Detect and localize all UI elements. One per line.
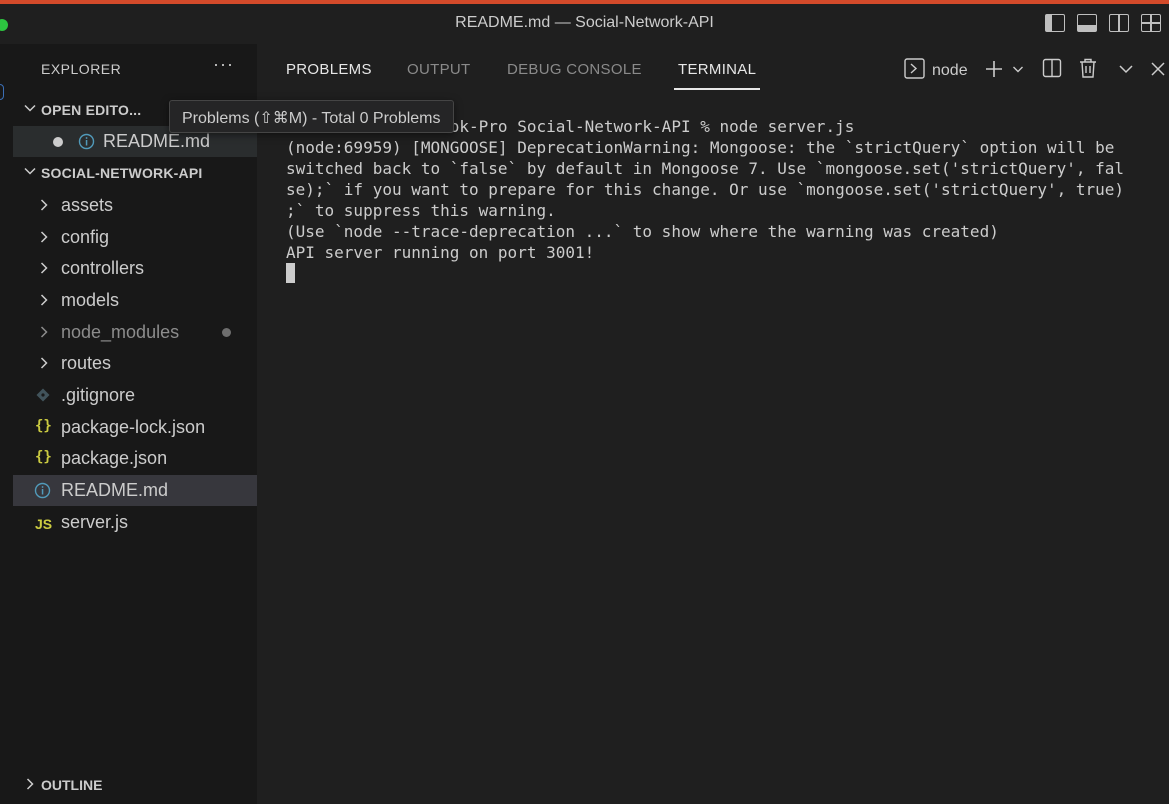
active-tab-indicator: [674, 88, 760, 90]
folder-routes[interactable]: routes: [13, 348, 257, 379]
folder-label: models: [61, 290, 120, 310]
file-label: server.js: [61, 512, 129, 532]
window-title: README.md — Social-Network-API: [455, 14, 714, 31]
file-label: .gitignore: [61, 385, 136, 405]
modified-dot-icon: [53, 137, 63, 147]
file-package-lock-json[interactable]: {} package-lock.json: [13, 412, 257, 443]
toggle-primary-sidebar-icon[interactable]: [1045, 14, 1065, 32]
folder-models[interactable]: models: [13, 285, 257, 316]
outline-section[interactable]: OUTLINE: [13, 769, 257, 804]
chevron-right-icon: [40, 231, 48, 243]
git-ignored-dot-icon: [222, 328, 231, 337]
folder-controllers[interactable]: controllers: [13, 253, 257, 284]
trash-icon[interactable]: [1079, 58, 1097, 78]
folder-label: controllers: [61, 258, 145, 278]
file-label: package-lock.json: [61, 417, 206, 437]
project-section[interactable]: SOCIAL-NETWORK-API: [13, 159, 257, 187]
file-package-json[interactable]: {} package.json: [13, 443, 257, 474]
terminal-line: API server running on port 3001!: [286, 243, 595, 262]
toggle-secondary-sidebar-icon[interactable]: [1109, 14, 1129, 32]
outline-label: OUTLINE: [41, 777, 103, 793]
chevron-right-icon: [40, 262, 48, 274]
file-server-js[interactable]: JS server.js: [13, 507, 257, 538]
terminal-line: (node:69959) [MONGOOSE] DeprecationWarni…: [286, 138, 1115, 157]
chevron-right-icon: [40, 326, 48, 338]
new-terminal-icon[interactable]: [984, 59, 1004, 79]
file-gitignore[interactable]: .gitignore: [13, 380, 257, 411]
chevron-right-icon: [40, 294, 48, 306]
more-actions-icon[interactable]: ···: [213, 54, 234, 75]
folder-label: config: [61, 227, 110, 247]
info-icon: [78, 133, 95, 150]
explorer-sidebar: EXPLORER ··· OPEN EDITO... README.md SOC…: [13, 44, 257, 769]
chevron-down-icon[interactable]: [1012, 63, 1024, 75]
info-icon: [34, 482, 51, 499]
file-readme-md[interactable]: README.md: [13, 475, 257, 506]
chevron-down-icon: [24, 104, 36, 112]
title-bar: README.md — Social-Network-API: [0, 4, 1169, 44]
terminal-cursor: [286, 263, 295, 283]
problems-tooltip: Problems (⇧⌘M) - Total 0 Problems: [169, 100, 454, 133]
json-icon: {}: [35, 418, 52, 434]
folder-config[interactable]: config: [13, 222, 257, 253]
chevron-right-icon: [40, 357, 48, 369]
terminal-line: switched back to `false` by default in M…: [286, 159, 1125, 178]
chevron-right-icon: [40, 199, 48, 211]
chevron-right-icon: [26, 778, 34, 790]
folder-node-modules[interactable]: node_modules: [13, 317, 257, 348]
file-label: package.json: [61, 448, 168, 468]
terminal-line: ;` to suppress this warning.: [286, 201, 556, 220]
folder-label: assets: [61, 195, 114, 215]
layout-controls: [1045, 14, 1161, 32]
file-label: README.md: [61, 480, 169, 500]
maximize-panel-chevron-icon[interactable]: [1118, 62, 1134, 76]
terminal-output[interactable]: ok-Pro Social-Network-API % node server.…: [286, 116, 1156, 284]
terminal-cursor-line: [286, 263, 1156, 284]
terminal-line: (Use `node --trace-deprecation ...` to s…: [286, 222, 999, 241]
close-icon[interactable]: [1150, 61, 1166, 77]
folder-assets[interactable]: assets: [13, 190, 257, 221]
git-icon: [36, 388, 50, 402]
folder-label: node_modules: [61, 322, 180, 342]
bottom-panel: PROBLEMS OUTPUT DEBUG CONSOLE TERMINAL n…: [257, 44, 1169, 804]
activity-bar: [0, 44, 13, 804]
chevron-down-icon: [24, 167, 36, 175]
project-label: SOCIAL-NETWORK-API: [41, 165, 203, 181]
activity-bar-icon[interactable]: [0, 84, 4, 100]
open-editor-label: README.md: [103, 131, 211, 151]
terminal-instance-label[interactable]: node: [932, 62, 968, 80]
terminal-line: se);` if you want to prepare for this ch…: [286, 180, 1125, 199]
json-icon: {}: [35, 449, 52, 465]
folder-label: routes: [61, 353, 112, 373]
open-editors-label: OPEN EDITO...: [41, 102, 142, 118]
js-icon: JS: [35, 516, 53, 532]
split-terminal-icon[interactable]: [1042, 58, 1062, 78]
panel-toolbar: node: [257, 56, 1169, 82]
toggle-panel-icon[interactable]: [1077, 14, 1097, 32]
explorer-header: EXPLORER: [41, 61, 122, 77]
terminal-icon[interactable]: [904, 58, 925, 79]
customize-layout-icon[interactable]: [1141, 14, 1161, 32]
